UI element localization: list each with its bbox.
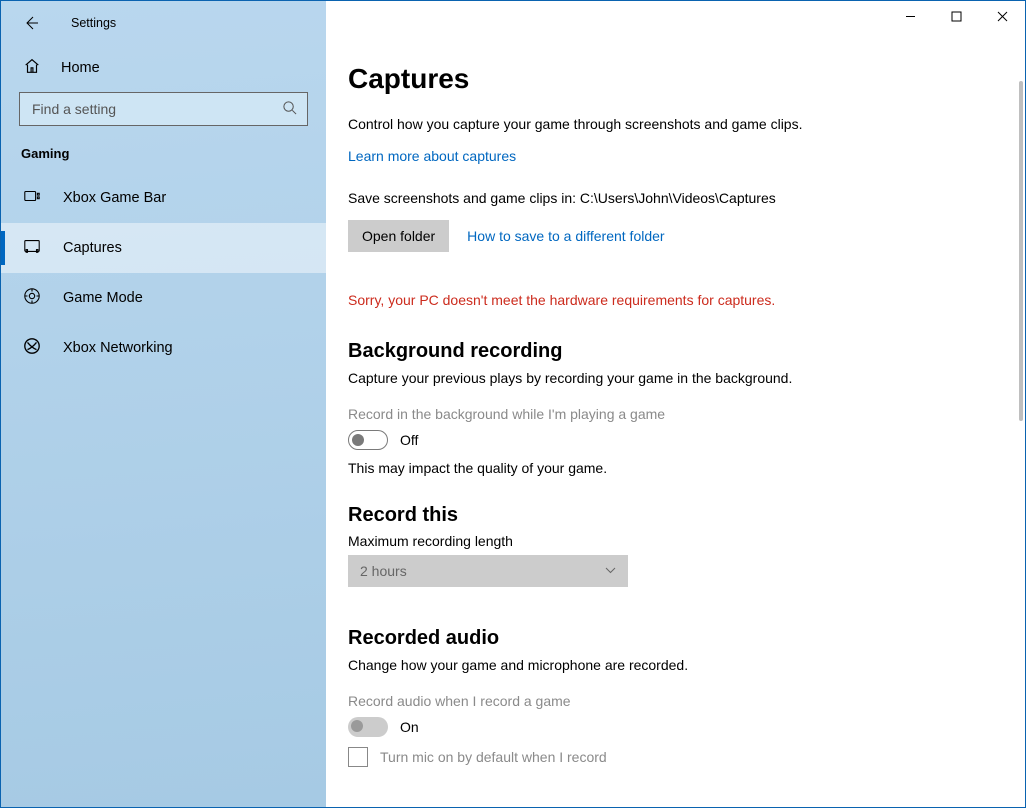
- app-title: Settings: [71, 16, 116, 30]
- game-bar-icon: [23, 187, 41, 209]
- save-path: C:\Users\John\Videos\Captures: [580, 190, 776, 206]
- sidebar-item-xbox-networking[interactable]: Xbox Networking: [1, 323, 326, 373]
- game-mode-icon: [23, 287, 41, 309]
- recorded-audio-desc: Change how your game and microphone are …: [348, 656, 908, 675]
- content-scroll[interactable]: Captures Control how you capture your ga…: [326, 1, 1025, 807]
- open-folder-row: Open folder How to save to a different f…: [348, 220, 1003, 252]
- sidebar-top: Settings: [1, 15, 326, 43]
- learn-more-link[interactable]: Learn more about captures: [348, 148, 516, 164]
- sidebar-item-label: Captures: [63, 240, 122, 256]
- content-pane: Captures Control how you capture your ga…: [326, 1, 1025, 807]
- audio-toggle-state: On: [400, 719, 419, 735]
- search-input[interactable]: [30, 100, 282, 118]
- scrollbar-thumb[interactable]: [1019, 81, 1023, 421]
- sidebar-item-captures[interactable]: Captures: [1, 223, 326, 273]
- dropdown-value: 2 hours: [360, 563, 407, 579]
- page-title: Captures: [348, 63, 1003, 95]
- sidebar-item-home[interactable]: Home: [1, 43, 326, 92]
- max-length-label: Maximum recording length: [348, 533, 1003, 549]
- background-recording-desc: Capture your previous plays by recording…: [348, 369, 908, 388]
- intro-text: Control how you capture your game throug…: [348, 115, 908, 134]
- audio-toggle-row: On: [348, 717, 1003, 737]
- chevron-down-icon: [605, 565, 616, 577]
- sidebar: Settings Home Gaming Xbox Game Bar: [1, 1, 326, 807]
- toggle-off-icon: [348, 430, 388, 450]
- close-button[interactable]: [979, 1, 1025, 31]
- bg-impact-note: This may impact the quality of your game…: [348, 460, 1003, 476]
- search-icon: [282, 100, 297, 118]
- mic-checkbox-label: Turn mic on by default when I record: [380, 749, 607, 765]
- home-label: Home: [61, 60, 100, 76]
- bg-toggle-label: Record in the background while I'm playi…: [348, 406, 1003, 422]
- minimize-button[interactable]: [887, 1, 933, 31]
- back-arrow-icon[interactable]: [23, 15, 39, 31]
- home-icon: [23, 57, 41, 78]
- howto-different-folder-link[interactable]: How to save to a different folder: [467, 228, 664, 244]
- settings-window: Settings Home Gaming Xbox Game Bar: [0, 0, 1026, 808]
- search-box[interactable]: [19, 92, 308, 126]
- recorded-audio-title: Recorded audio: [348, 627, 1003, 650]
- maximize-button[interactable]: [933, 1, 979, 31]
- open-folder-button[interactable]: Open folder: [348, 220, 449, 252]
- sidebar-item-xbox-game-bar[interactable]: Xbox Game Bar: [1, 173, 326, 223]
- xbox-networking-icon: [23, 337, 41, 359]
- max-length-dropdown[interactable]: 2 hours: [348, 555, 628, 587]
- mic-checkbox-row: Turn mic on by default when I record: [348, 747, 1003, 767]
- sidebar-item-game-mode[interactable]: Game Mode: [1, 273, 326, 323]
- bg-toggle-state: Off: [400, 432, 418, 448]
- toggle-disabled-icon: [348, 717, 388, 737]
- audio-toggle-label: Record audio when I record a game: [348, 693, 1003, 709]
- sidebar-item-label: Xbox Game Bar: [63, 190, 166, 206]
- sidebar-item-label: Xbox Networking: [63, 340, 173, 356]
- save-path-prefix: Save screenshots and game clips in:: [348, 190, 580, 206]
- bg-recording-toggle[interactable]: [348, 430, 388, 450]
- hardware-error-text: Sorry, your PC doesn't meet the hardware…: [348, 292, 1003, 308]
- search-wrap: [1, 92, 326, 146]
- save-path-line: Save screenshots and game clips in: C:\U…: [348, 190, 1003, 206]
- category-label: Gaming: [1, 146, 326, 173]
- sidebar-item-label: Game Mode: [63, 290, 143, 306]
- captures-icon: [23, 237, 41, 259]
- background-recording-title: Background recording: [348, 340, 1003, 363]
- record-this-title: Record this: [348, 504, 1003, 527]
- bg-toggle-row: Off: [348, 430, 1003, 450]
- window-controls: [887, 1, 1025, 31]
- record-audio-toggle[interactable]: [348, 717, 388, 737]
- mic-default-checkbox[interactable]: [348, 747, 368, 767]
